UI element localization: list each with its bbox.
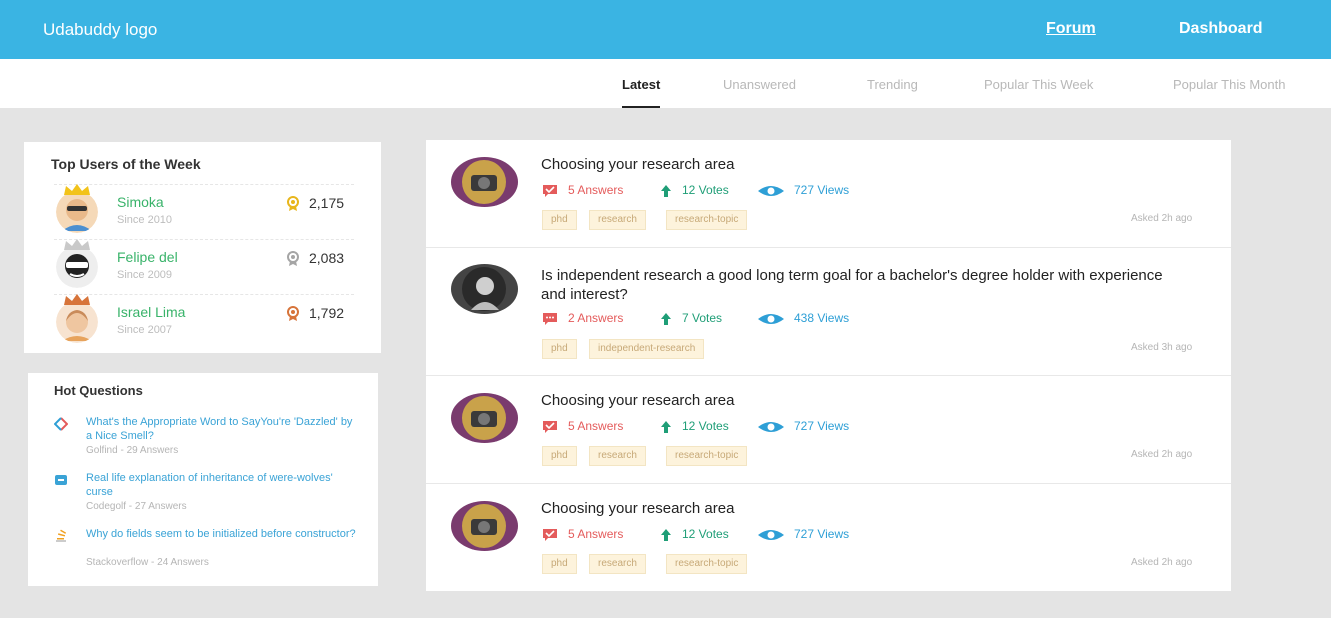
user-since: Since 2007	[117, 324, 173, 336]
tab-popular-this-month[interactable]: Popular This Month	[1173, 77, 1286, 92]
user-points: 2,083	[309, 250, 345, 266]
user-row[interactable]: Israel Lima Since 2007 1,792	[54, 294, 354, 349]
medal-icon	[287, 196, 299, 211]
crown-icon	[64, 239, 90, 250]
user-points: 1,792	[309, 305, 345, 321]
codegolf-site-icon	[55, 475, 67, 485]
medal-icon	[287, 251, 299, 266]
avatar[interactable]	[451, 157, 518, 207]
tab-popular-this-week[interactable]: Popular This Week	[984, 77, 1093, 92]
user-name[interactable]: Israel Lima	[117, 304, 185, 320]
stackoverflow-site-icon	[56, 529, 67, 542]
question-feed: Choosing your research area 5 Answers 12…	[426, 140, 1231, 591]
avatar[interactable]	[451, 501, 518, 551]
hot-questions-title: Hot Questions	[54, 383, 143, 398]
arrow-up-icon	[661, 421, 671, 433]
user-since: Since 2009	[117, 269, 173, 281]
question-title[interactable]: Choosing your research area	[541, 499, 1181, 518]
eye-icon	[758, 186, 784, 196]
english-site-icon	[54, 417, 68, 431]
nav-dashboard-link[interactable]: Dashboard	[1179, 20, 1263, 38]
eye-icon	[758, 530, 784, 540]
asked-time: Asked 2h ago	[1131, 449, 1193, 460]
question-title[interactable]: Is independent research a good long term…	[541, 266, 1181, 304]
question-card[interactable]: Choosing your research area 5 Answers 12…	[426, 140, 1231, 248]
user-row[interactable]: Felipe del Since 2009 2,083	[54, 239, 354, 294]
tag[interactable]: phd	[542, 554, 577, 574]
eye-icon	[758, 422, 784, 432]
asked-time: Asked 2h ago	[1131, 213, 1193, 224]
tag[interactable]: phd	[542, 210, 577, 230]
user-name[interactable]: Simoka	[117, 194, 164, 210]
tab-latest[interactable]: Latest	[622, 77, 661, 108]
question-title[interactable]: Choosing your research area	[541, 391, 1181, 410]
tag[interactable]: research	[589, 554, 646, 574]
arrow-up-icon	[661, 313, 671, 325]
avatar[interactable]	[56, 191, 98, 233]
tag[interactable]: phd	[542, 446, 577, 466]
question-card[interactable]: Choosing your research area 5 Answers 12…	[426, 376, 1231, 484]
eye-icon	[758, 314, 784, 324]
question-card[interactable]: Choosing your research area 5 Answers 12…	[426, 484, 1231, 591]
hot-question-link[interactable]: Why do fields seem to be initialized bef…	[86, 527, 356, 541]
hot-question-link[interactable]: Real life explanation of inheritance of …	[86, 471, 356, 499]
crown-icon	[64, 294, 90, 305]
hot-question-meta: Stackoverflow - 24 Answers	[86, 557, 209, 568]
arrow-up-icon	[661, 529, 671, 541]
tag[interactable]: independent-research	[589, 339, 705, 359]
top-navbar: Udabuddy logo Forum Dashboard	[0, 0, 1331, 59]
question-title[interactable]: Choosing your research area	[541, 155, 1181, 174]
user-name[interactable]: Felipe del	[117, 249, 178, 265]
arrow-up-icon	[661, 185, 671, 197]
user-points: 2,175	[309, 195, 345, 211]
avatar[interactable]	[451, 264, 518, 314]
answers-icon	[543, 529, 557, 541]
avatar[interactable]	[56, 301, 98, 343]
answers-icon	[543, 185, 557, 197]
avatar[interactable]	[56, 246, 98, 288]
tab-trending[interactable]: Trending	[867, 77, 918, 92]
top-users-title: Top Users of the Week	[51, 156, 201, 172]
question-card[interactable]: Is independent research a good long term…	[426, 248, 1231, 376]
logo[interactable]: Udabuddy logo	[43, 20, 157, 40]
tag[interactable]: research-topic	[666, 210, 748, 230]
user-since: Since 2010	[117, 214, 173, 226]
answers-icon	[543, 313, 557, 325]
user-row[interactable]: Simoka Since 2010 2,175	[54, 184, 354, 239]
crown-icon	[64, 184, 90, 195]
avatar[interactable]	[451, 393, 518, 443]
top-users-card: Top Users of the Week Simoka Since 2010 …	[24, 142, 381, 353]
asked-time: Asked 2h ago	[1131, 557, 1193, 568]
hot-question-meta: Codegolf - 27 Answers	[86, 501, 187, 512]
tag[interactable]: research-topic	[666, 446, 748, 466]
tab-unanswered[interactable]: Unanswered	[723, 77, 796, 92]
feed-tabs: Latest Unanswered Trending Popular This …	[0, 59, 1331, 108]
tag[interactable]: research	[589, 446, 646, 466]
nav-forum-link[interactable]: Forum	[1046, 20, 1096, 38]
hot-question-link[interactable]: What's the Appropriate Word to SayYou're…	[86, 415, 356, 443]
medal-icon	[287, 306, 299, 321]
tag[interactable]: phd	[542, 339, 577, 359]
tag[interactable]: research-topic	[666, 554, 748, 574]
answers-icon	[543, 421, 557, 433]
hot-questions-card: Hot Questions What's the Appropriate Wor…	[28, 373, 378, 586]
tag[interactable]: research	[589, 210, 646, 230]
asked-time: Asked 3h ago	[1131, 342, 1193, 353]
hot-question-meta: Golfind - 29 Answers	[86, 445, 179, 456]
